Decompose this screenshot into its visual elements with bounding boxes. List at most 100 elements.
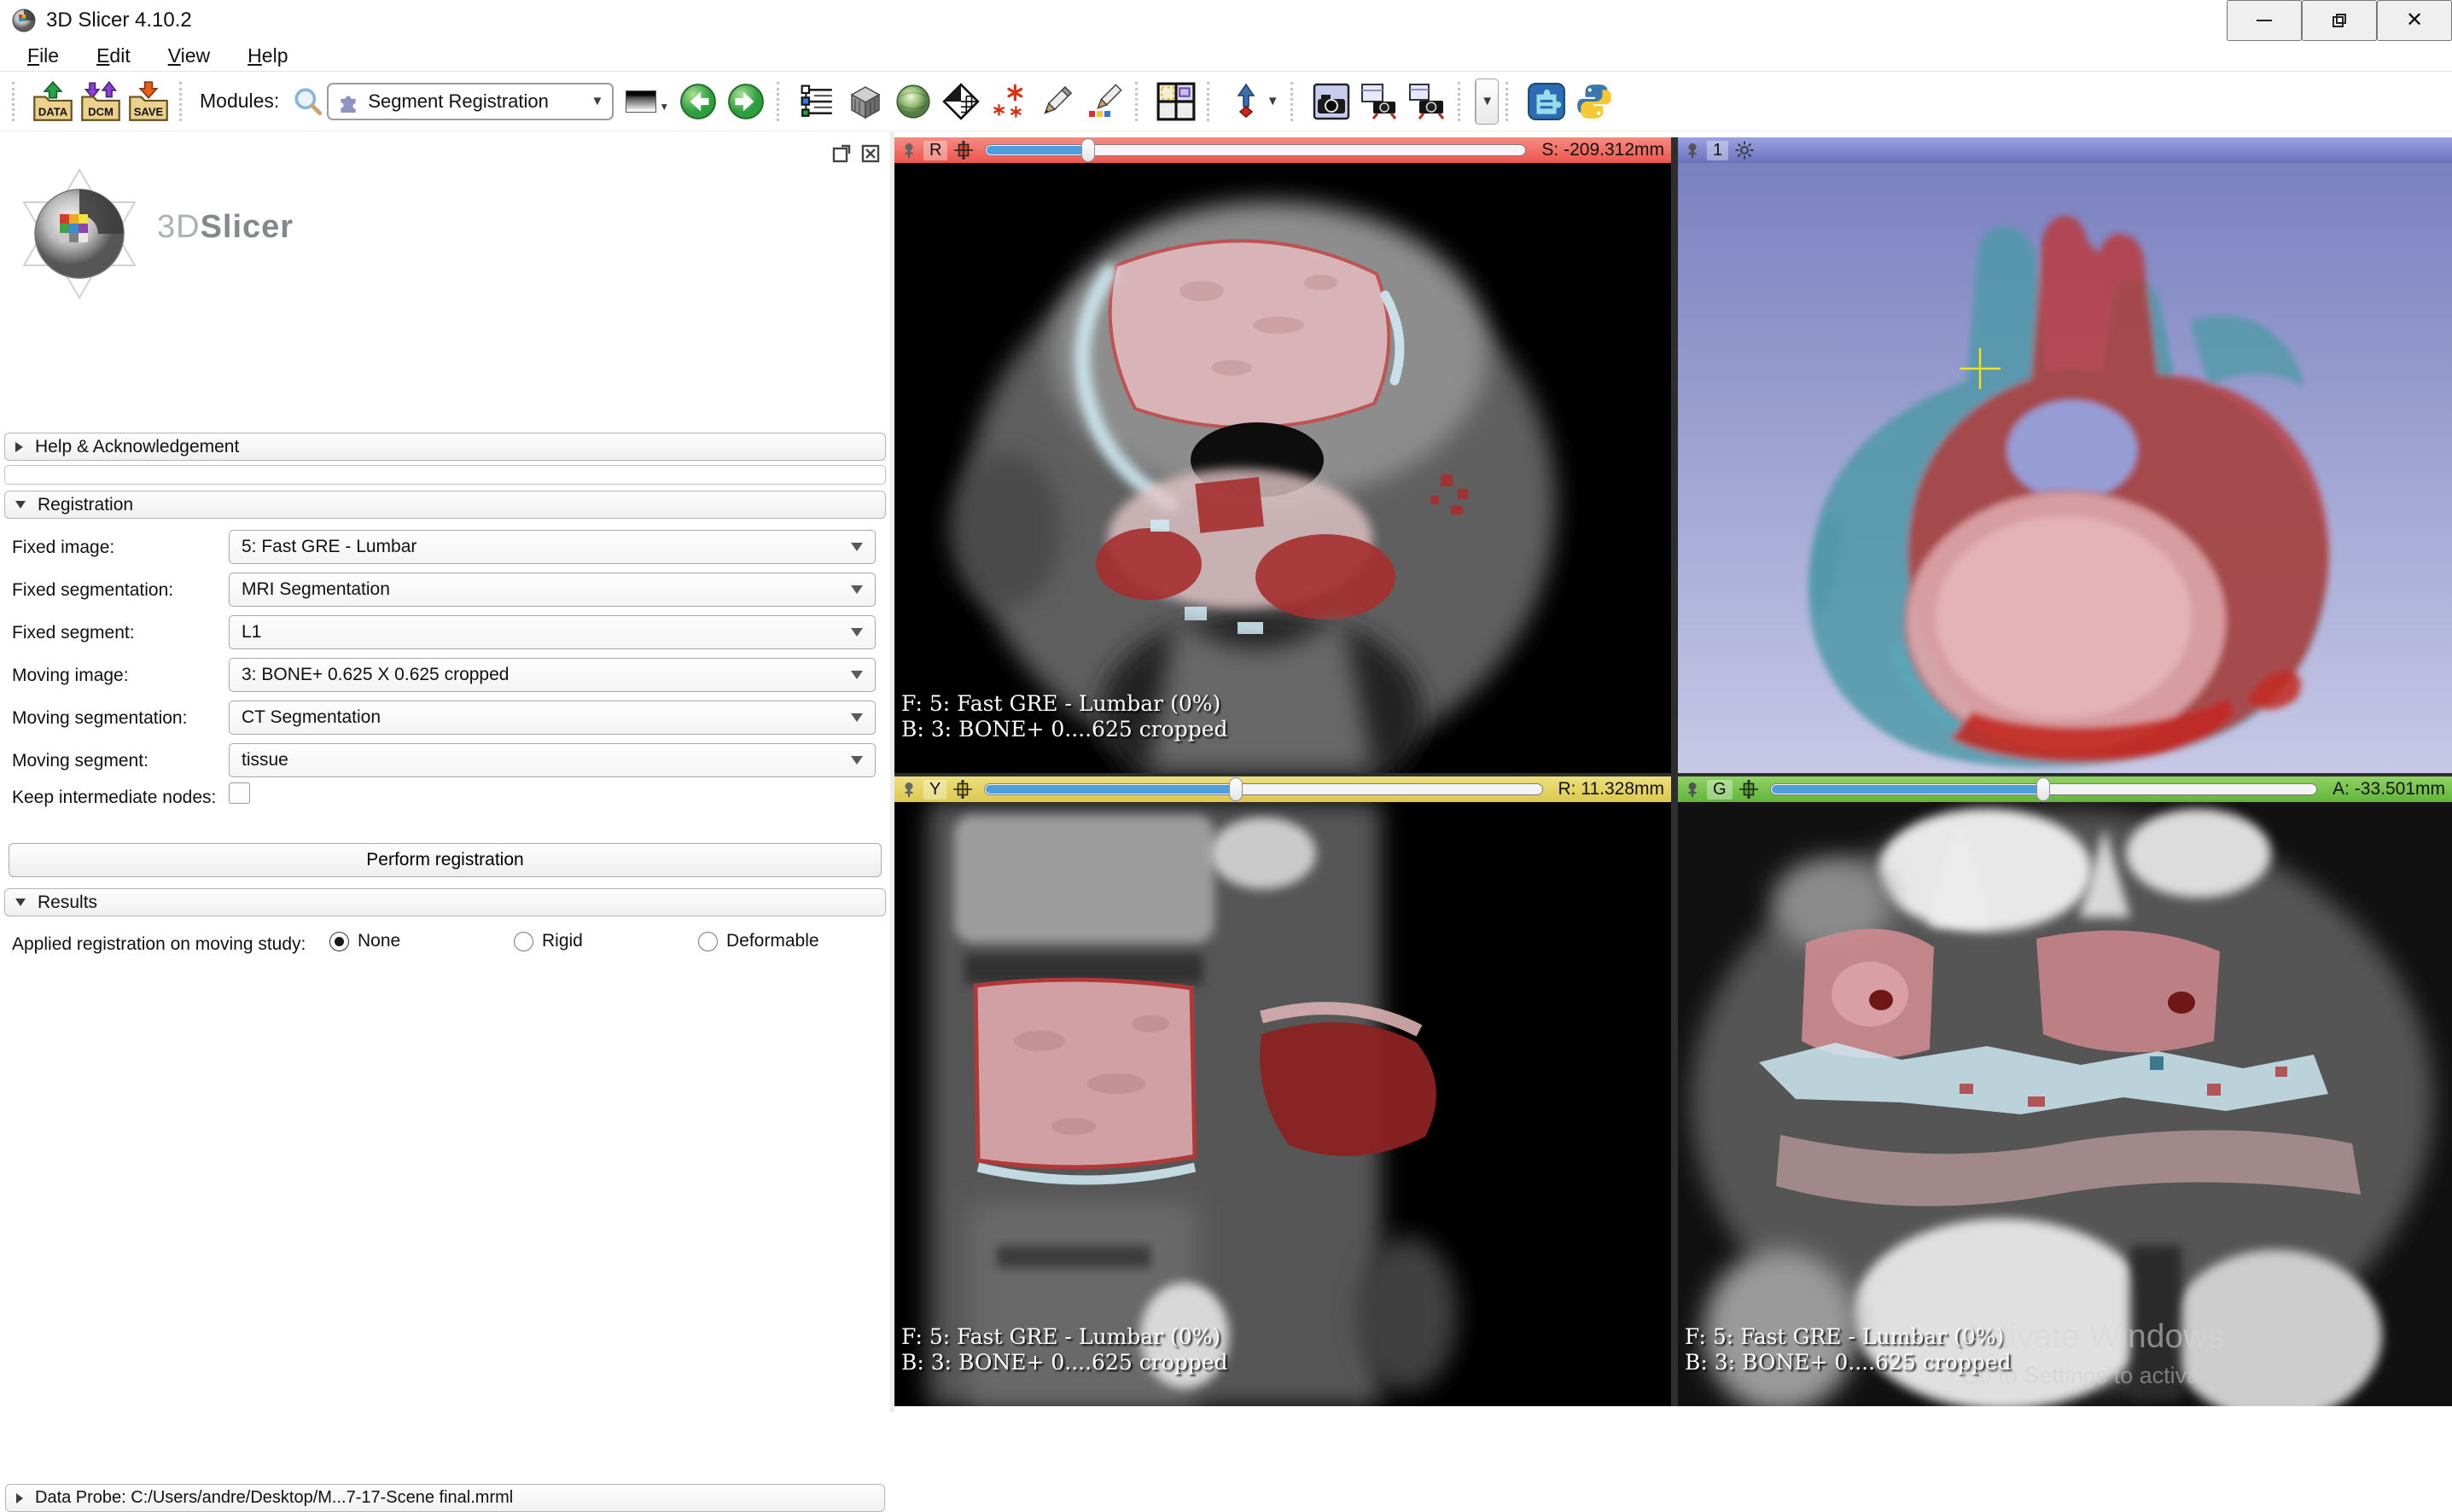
ruler-button[interactable]: [1033, 78, 1080, 125]
red-slice-bar[interactable]: R S: -209.312mm: [894, 137, 1671, 163]
menu-help[interactable]: Help: [229, 43, 306, 69]
module-selector[interactable]: Segment Registration ▼: [327, 83, 614, 120]
menu-edit[interactable]: Edit: [78, 43, 149, 69]
results-section-header[interactable]: Results: [4, 888, 886, 916]
fixed-image-selector[interactable]: 5: Fast GRE - Lumbar: [229, 530, 876, 564]
green-slice-bar[interactable]: G A: -33.501mm: [1678, 776, 2452, 802]
yellow-view-label[interactable]: Y: [923, 780, 946, 800]
radio-rigid[interactable]: Rigid: [514, 931, 583, 951]
slider-fill: [986, 785, 1237, 794]
chevron-down-icon: [851, 585, 863, 594]
scene-view-capture-button[interactable]: [1355, 78, 1403, 125]
volume-rendering-button[interactable]: [842, 78, 889, 125]
green-view-label[interactable]: G: [1707, 780, 1733, 800]
slicer-window: 3D Slicer 4.10.2 ✕ File Edit View Help D…: [0, 0, 2452, 1412]
models-button[interactable]: [889, 78, 937, 125]
history-back-button[interactable]: [674, 78, 722, 125]
yellow-slice-bar[interactable]: Y R: 11.328mm: [894, 776, 1671, 802]
keep-nodes-checkbox[interactable]: [229, 782, 250, 804]
yellow-slice-view[interactable]: Y R: 11.328mm: [894, 776, 1671, 1406]
screenshot-button[interactable]: [1308, 78, 1355, 125]
window-level-button[interactable]: ▼: [626, 90, 669, 113]
slider-handle[interactable]: [2036, 777, 2050, 801]
radio-deformable-label: Deformable: [726, 931, 819, 951]
perform-registration-button[interactable]: Perform registration: [9, 843, 882, 877]
coronal-ct-image[interactable]: F: 5: Fast GRE - Lumbar (0%) B: 3: BONE+…: [1678, 802, 2452, 1406]
markups-fiducials-button[interactable]: [985, 78, 1033, 125]
forward-icon: [726, 82, 766, 121]
main-area: 3DSlicer Help & Acknowledgement Registra…: [0, 132, 2452, 1412]
slice-selector-icon[interactable]: [954, 141, 973, 160]
spoke-icon[interactable]: [1735, 141, 1754, 160]
red-slice-view[interactable]: R S: -209.312mm: [894, 137, 1671, 773]
annotations-button[interactable]: [1080, 78, 1128, 125]
chevron-down-icon: [851, 671, 863, 679]
moving-segment-selector[interactable]: tissue: [229, 743, 876, 777]
crosshair-dropdown[interactable]: ▼: [1476, 79, 1498, 124]
load-data-button[interactable]: DATA: [29, 78, 77, 125]
restore-button[interactable]: [2302, 0, 2377, 41]
pushpin-icon[interactable]: [1685, 782, 1700, 797]
slice-selector-icon[interactable]: [953, 780, 972, 799]
puzzle-icon: [337, 90, 359, 113]
subject-hierarchy-button[interactable]: [794, 78, 842, 125]
threed-view[interactable]: 1: [1678, 137, 2452, 773]
axial-ct-image[interactable]: F: 5: Fast GRE - Lumbar (0%) B: 3: BONE+…: [894, 163, 1671, 773]
sagittal-ct-image[interactable]: F: 5: Fast GRE - Lumbar (0%) B: 3: BONE+…: [894, 802, 1671, 1406]
pushpin-icon[interactable]: [901, 142, 917, 158]
fixed-segment-selector[interactable]: L1: [229, 615, 876, 649]
python-console-button[interactable]: [1570, 78, 1618, 125]
green-slice-slider[interactable]: [1770, 782, 2318, 796]
registration-section-header[interactable]: Registration: [4, 491, 886, 519]
keep-nodes-label: Keep intermediate nodes:: [12, 788, 216, 808]
help-section-header[interactable]: Help & Acknowledgement: [4, 433, 886, 461]
history-forward-button[interactable]: [722, 78, 770, 125]
chevron-down-icon: ▼: [591, 94, 603, 108]
crosshair-button[interactable]: ▼: [1475, 79, 1499, 125]
data-probe-header[interactable]: Data Probe: C:/Users/andre/Desktop/M...7…: [5, 1484, 885, 1512]
panel-close-button[interactable]: [859, 142, 882, 165]
toolbar: DATA DCM SAVE Modules:: [0, 72, 2452, 131]
menu-file[interactable]: File: [9, 43, 78, 69]
pushpin-icon[interactable]: [901, 782, 917, 797]
fixed-segmentation-selector[interactable]: MRI Segmentation: [229, 573, 876, 607]
green-slice-view[interactable]: G A: -33.501mm: [1678, 776, 2452, 1406]
toolbar-handle: [12, 82, 19, 121]
radio-deformable[interactable]: Deformable: [698, 931, 819, 951]
search-icon: [291, 85, 323, 118]
title-bar: 3D Slicer 4.10.2 ✕: [0, 0, 2452, 41]
menu-view[interactable]: View: [149, 43, 229, 69]
slider-handle[interactable]: [1081, 138, 1095, 162]
module-search-button[interactable]: [288, 78, 327, 125]
mouse-mode-button[interactable]: ▼: [1224, 78, 1284, 125]
save-button[interactable]: SAVE: [125, 78, 172, 125]
panel-undock-button[interactable]: [830, 142, 853, 165]
pushpin-icon[interactable]: [1685, 142, 1700, 158]
extensions-manager-button[interactable]: [1523, 78, 1570, 125]
layout-selector-button[interactable]: [1152, 78, 1200, 125]
toolbar-separator: [1207, 82, 1214, 121]
red-view-label[interactable]: R: [923, 141, 947, 160]
view-layout-grid: R S: -209.312mm: [894, 137, 2452, 1406]
moving-segment-value: tissue: [242, 750, 851, 771]
moving-image-selector[interactable]: 3: BONE+ 0.625 X 0.625 cropped: [229, 658, 876, 692]
close-button[interactable]: ✕: [2377, 0, 2452, 41]
yellow-slice-slider[interactable]: [984, 782, 1542, 796]
modules-label: Modules:: [200, 90, 279, 113]
fixed-segmentation-value: MRI Segmentation: [242, 579, 851, 600]
app-icon: [10, 7, 38, 34]
threed-view-label[interactable]: 1: [1707, 141, 1728, 160]
red-slice-slider[interactable]: [985, 143, 1526, 157]
window-level-gradient-icon: [626, 90, 656, 113]
threed-view-bar[interactable]: 1: [1678, 137, 2452, 163]
radio-none[interactable]: None: [329, 931, 400, 951]
scene-view-restore-button[interactable]: [1403, 78, 1451, 125]
slice-selector-icon[interactable]: [1739, 780, 1758, 799]
threed-render-image[interactable]: [1678, 163, 2452, 773]
moving-segmentation-selector[interactable]: CT Segmentation: [229, 701, 876, 735]
slider-handle[interactable]: [1229, 777, 1243, 801]
expanded-arrow-icon: [15, 898, 26, 906]
minimize-button[interactable]: [2227, 0, 2302, 41]
mesh-button[interactable]: [937, 78, 985, 125]
dicom-button[interactable]: DCM: [77, 78, 125, 125]
